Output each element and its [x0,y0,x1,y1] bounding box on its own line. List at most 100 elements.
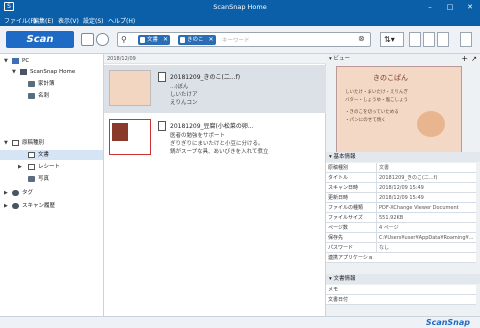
info-row: 更新日時 2018/12/09 15:49 [326,193,476,203]
detail-panel: ▾ ビュー + ↗ きのこぱん しいたけ・まいたけ・えりんぎ バター・しょうゆ・… [326,54,480,316]
tree-tag[interactable]: ▶ タグ [4,188,33,198]
photo-thumbnail-icon [112,123,128,141]
tree-folder-kakeibo[interactable]: 家計簿 [28,79,55,89]
info-row: 原稿種別 文書 [326,163,476,173]
menu-bar: ファイル(F) 編集(E) 表示(V) 設定(S) ヘルプ(H) [0,14,480,26]
folder-icon [28,80,35,87]
thumbnail [109,119,151,155]
folder-icon [28,92,35,99]
info-key: 連携アプリケーション [328,255,374,261]
maximize-button[interactable]: □ [440,0,460,14]
info-value[interactable]: 文書 [376,163,474,173]
keyword-input[interactable]: キーワード [222,36,250,44]
status-bar: ScanSnap [0,316,480,328]
info-value[interactable]: PDF-XChange Viewer Document [376,203,474,213]
info-row: 文書日付 [326,295,476,305]
info-key: ページ数 [328,225,348,231]
info-key: 原稿種別 [328,165,349,171]
content-list: 2018/12/09 20181209_きのこ(二...f) ...(ぼん しい… [104,54,326,316]
remove-tag-icon[interactable]: ✕ [163,35,168,45]
tree-folder-meishi[interactable]: 名刺 [28,91,49,101]
detail-view-icon[interactable] [437,32,449,47]
date-group-header: 2018/12/09 [104,54,326,64]
info-key: パスワード [328,245,354,251]
info-key: メモ [328,287,339,293]
info-key: 更新日時 [328,195,349,201]
info-key: スキャン日時 [328,185,359,191]
document-types-icon [12,139,19,146]
thumbnail-view-icon[interactable] [423,32,435,47]
info-row: 保存先 C:¥Users¥user¥AppData¥Roaming¥... [326,233,476,243]
tag-icon [180,37,185,43]
receipt-icon [28,163,35,170]
info-value[interactable]: 4 ページ [376,223,474,233]
info-row: ページ数 4 ページ [326,223,476,233]
menu-help[interactable]: ヘルプ(H) [108,16,135,25]
close-button[interactable]: ✕ [460,0,480,14]
document-icon [28,151,35,158]
info-value[interactable]: C:¥Users¥user¥AppData¥Roaming¥... [376,233,474,243]
info-row: タイトル 20181209_きのこ(二...f) [326,173,476,183]
minimize-button[interactable]: – [420,0,440,14]
info-value[interactable]: 551.92KB [376,213,474,223]
expand-icon[interactable]: ↗ [471,55,477,63]
tree-scan-history[interactable]: ▶ スキャン履歴 [4,201,55,211]
info-row: ファイルの種類 PDF-XChange Viewer Document [326,203,476,213]
history-icon [12,202,19,209]
info-key: ファイルの種類 [328,205,364,211]
photo-icon [28,175,35,182]
thumbnail [109,70,151,106]
list-item[interactable]: 20181209_豆腐(小松菜の卵... 医者の勉強をサポート ぎりぎりにまいた… [104,114,326,162]
home-icon [20,68,27,75]
info-value[interactable]: 20181209_きのこ(二...f) [376,173,474,183]
tree-type-document[interactable]: 文書 [0,150,103,160]
preview-header[interactable]: ▾ ビュー [326,54,480,64]
remove-tag-icon[interactable]: ✕ [208,35,213,45]
tree-type-receipt[interactable]: ▶ レシート [18,162,60,172]
doc-info-header[interactable]: ▾ 文書情報 [326,274,480,284]
info-row: ファイルサイズ 551.92KB [326,213,476,223]
mushroom-illustration [417,111,445,137]
menu-view[interactable]: 表示(V) [58,16,79,25]
scan-button[interactable]: Scan [6,31,74,48]
cloud-view-icon[interactable] [96,33,109,46]
toolbar: Scan ⚲ 文書 ✕ きのこ ✕ キーワード ⊗ ⇅▾ [0,26,480,54]
menu-file[interactable]: ファイル(F) [4,16,36,25]
info-key: 文書日付 [328,297,349,303]
list-item[interactable]: 20181209_きのこ(二...f) ...(ぼん しいたけア えりんコン [104,65,326,113]
tree-doc-types[interactable]: ▼ 原稿種別 [4,138,44,148]
sort-button[interactable]: ⇅▾ [380,32,404,47]
local-view-icon[interactable] [81,33,94,46]
tree-pc[interactable]: ▼ PC [4,56,29,66]
info-key: 保存先 [328,235,344,241]
zoom-in-icon[interactable]: + [461,55,468,63]
window-title: ScanSnap Home [213,3,267,11]
info-value[interactable]: なし [376,243,474,253]
basic-info-header[interactable]: ▾ 基本情報 [326,152,480,162]
info-value[interactable]: 2018/12/09 15:49 [376,183,474,193]
preview-image[interactable]: きのこぱん しいたけ・まいたけ・えりんぎ バター・しょうゆ・塩こしょう ・きのこ… [336,66,462,154]
title-bar: S ScanSnap Home – □ ✕ [0,0,480,14]
document-type-icon [140,37,145,43]
search-icon[interactable]: ⚲ [121,35,127,44]
tree-scansnap-home[interactable]: ▼ ScanSnap Home [12,67,75,77]
search-box[interactable]: ⚲ 文書 ✕ きのこ ✕ キーワード ⊗ [117,32,371,47]
info-row: 連携アプリケーション [326,253,476,263]
panel-toggle-icon[interactable] [460,32,472,47]
info-key: タイトル [328,175,349,181]
brand-logo: ScanSnap [425,318,470,327]
info-row: パスワード なし [326,243,476,253]
tag-chip-kinoko[interactable]: きのこ ✕ [178,35,216,45]
tree-type-photo[interactable]: 写真 [28,174,49,184]
info-value[interactable]: 2018/12/09 15:49 [376,193,474,203]
list-view-icon[interactable] [409,32,421,47]
tag-chip-document[interactable]: 文書 ✕ [138,35,171,45]
menu-edit[interactable]: 編集(E) [33,16,53,25]
tag-icon [12,189,19,196]
clear-search-icon[interactable]: ⊗ [358,34,365,43]
navigation-panel: ▼ PC ▼ ScanSnap Home 家計簿 名刺 ▼ 原稿種別 文書 ▶ … [0,54,104,316]
pc-icon [12,57,19,64]
info-row: スキャン日時 2018/12/09 15:49 [326,183,476,193]
menu-settings[interactable]: 設定(S) [83,16,104,25]
pdf-file-icon [158,72,166,82]
